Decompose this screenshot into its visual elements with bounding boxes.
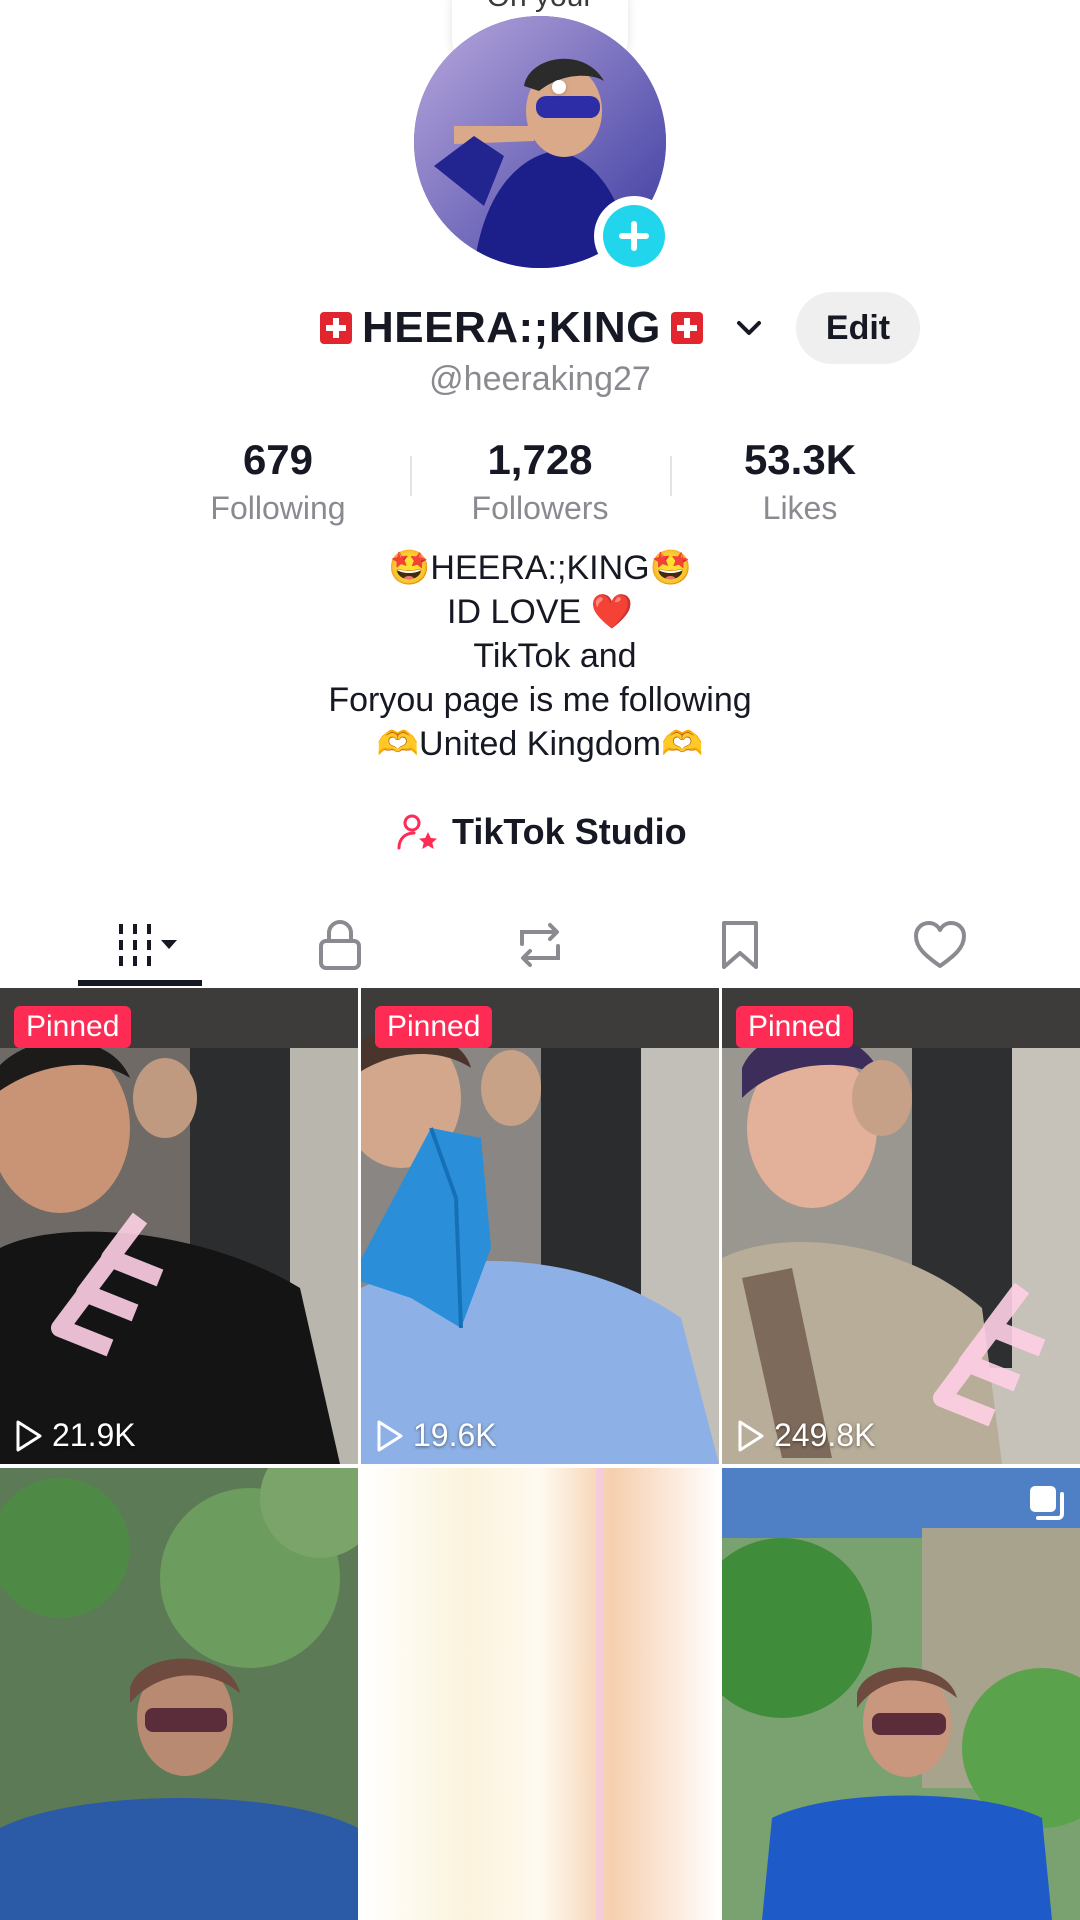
stat-value: 53.3K	[743, 436, 857, 483]
plus-icon	[619, 221, 649, 251]
tab-favorites[interactable]	[690, 900, 790, 990]
view-count: 19.6K	[375, 1417, 497, 1454]
video-thumbnail-image	[722, 988, 1080, 1464]
pinned-badge: Pinned	[375, 1006, 493, 1048]
note-bubble-tail	[552, 80, 566, 94]
multi-photo-icon	[1030, 1486, 1064, 1520]
lock-icon	[319, 920, 361, 970]
bio: 🤩HEERA:;KING🤩 ID LOVE ❤️ TikTok and Fory…	[0, 546, 1080, 766]
video-thumbnail-image	[361, 988, 719, 1464]
bio-line: ID LOVE ❤️	[447, 593, 633, 631]
display-name: HEERA:;KING	[362, 303, 661, 352]
tab-liked[interactable]	[890, 900, 990, 990]
repost-icon	[520, 923, 560, 967]
play-icon	[16, 1420, 42, 1451]
note-bubble-line1: On your	[452, 0, 628, 14]
stat-followers[interactable]: 1,728 Followers	[410, 432, 670, 528]
view-count: 21.9K	[14, 1417, 136, 1454]
video-thumbnail[interactable]: Pinned 249.8K	[722, 988, 1080, 1464]
bio-line: 🫶United Kingdom🫶	[376, 725, 704, 763]
swiss-flag-icon	[670, 312, 703, 344]
view-count: 249.8K	[736, 1417, 875, 1454]
tiktok-studio-link[interactable]: TikTok Studio	[396, 808, 687, 856]
chevron-down-icon[interactable]	[731, 310, 767, 346]
active-tab-indicator	[78, 980, 202, 986]
pinned-badge: Pinned	[14, 1006, 132, 1048]
stat-label: Following	[210, 490, 346, 526]
tab-reposts[interactable]	[490, 900, 590, 990]
pinned-badge: Pinned	[736, 1006, 854, 1048]
name-row[interactable]: HEERA:;KING	[320, 298, 767, 358]
profile-tabs	[0, 900, 1080, 990]
stat-value: 679	[242, 436, 314, 483]
creator-star-icon	[397, 814, 437, 850]
stat-following[interactable]: 679 Following	[148, 432, 408, 528]
video-thumbnail[interactable]	[722, 1468, 1080, 1920]
profile-page: On your mind...	[0, 0, 1080, 1920]
edit-profile-button[interactable]: Edit	[796, 292, 920, 364]
swiss-flag-icon	[320, 312, 352, 344]
view-count-text: 21.9K	[52, 1417, 136, 1453]
bio-line: TikTok and	[473, 637, 637, 675]
bio-line: 🤩HEERA:;KING🤩	[388, 549, 692, 587]
view-count-text: 249.8K	[774, 1417, 876, 1453]
video-thumbnail-image	[0, 988, 358, 1464]
stat-likes[interactable]: 53.3K Likes	[670, 432, 930, 528]
video-thumbnail[interactable]	[0, 1468, 358, 1920]
stat-label: Followers	[471, 490, 609, 526]
video-thumbnail-image	[722, 1468, 1080, 1920]
video-thumbnail-image	[361, 1468, 719, 1920]
tab-videos[interactable]	[90, 900, 200, 990]
bookmark-icon	[722, 921, 758, 969]
bio-line: Foryou page is me following	[328, 681, 752, 719]
play-icon	[738, 1420, 764, 1451]
add-story-button[interactable]	[594, 196, 674, 276]
video-thumbnail-image	[0, 1468, 358, 1920]
video-thumbnail[interactable]	[361, 1468, 719, 1920]
play-icon	[377, 1420, 403, 1451]
video-thumbnail[interactable]: Pinned 21.9K	[0, 988, 358, 1464]
tab-private[interactable]	[290, 900, 390, 990]
tiktok-studio-label: TikTok Studio	[452, 811, 687, 852]
view-count-text: 19.6K	[413, 1417, 497, 1453]
stat-label: Likes	[762, 490, 838, 526]
videos-grid-icon	[119, 924, 177, 966]
stat-value: 1,728	[487, 436, 593, 483]
video-thumbnail[interactable]: Pinned 19.6K	[361, 988, 719, 1464]
heart-icon	[914, 921, 966, 968]
username-handle: @heeraking27	[429, 360, 651, 398]
